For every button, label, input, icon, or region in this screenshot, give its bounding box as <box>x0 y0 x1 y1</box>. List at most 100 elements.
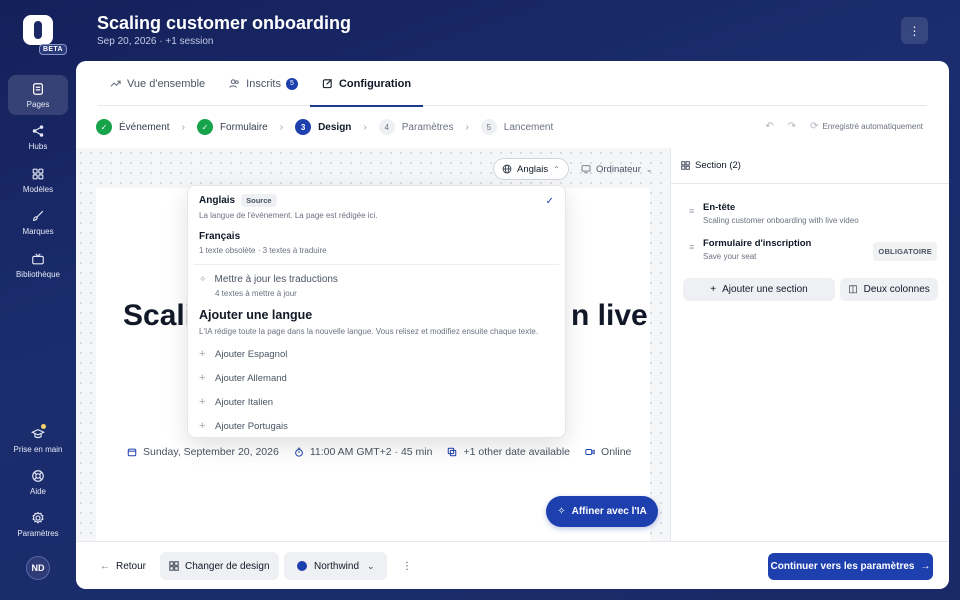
event-location-text: Online <box>601 446 632 458</box>
tab-label: Configuration <box>338 77 412 90</box>
step-label: Événement <box>119 121 170 133</box>
tv-icon <box>32 252 44 264</box>
avatar[interactable]: ND <box>26 556 50 580</box>
grid-icon <box>32 168 44 179</box>
device-select-label: Ordinateur <box>596 163 641 175</box>
copy-icon <box>448 447 457 457</box>
section-subtitle: Scaling customer onboarding with live vi… <box>703 216 859 225</box>
drag-handle-icon[interactable]: ≡ <box>689 242 694 252</box>
lifebuoy-icon <box>32 469 44 482</box>
tab-bar: Vue d'ensemble Inscrits 5 Configuration <box>98 61 927 107</box>
sparkle-icon: ✧ <box>199 274 207 284</box>
event-title-left[interactable]: Scali <box>123 299 193 333</box>
language-name: Anglais <box>199 195 236 206</box>
language-select[interactable]: Anglais ⌃ <box>493 158 569 180</box>
sidebar-item-prise-en-main[interactable]: Prise en main <box>8 420 68 460</box>
theme-color-swatch <box>297 561 307 571</box>
add-spanish-option[interactable]: + Ajouter Espagnol <box>199 348 287 360</box>
language-dropdown: Anglais Source La langue de l'événement.… <box>187 185 566 438</box>
sidebar-item-aide[interactable]: Aide <box>8 462 68 502</box>
event-other-dates[interactable]: +1 other date available <box>447 446 570 458</box>
autosave-status: ↶ ↷ ⟳ Enregistré automatiquement <box>765 121 923 132</box>
main-panel: Vue d'ensemble Inscrits 5 Configuration … <box>76 61 949 589</box>
add-italian-option[interactable]: + Ajouter Italien <box>199 396 273 408</box>
language-select-label: Anglais <box>517 163 549 175</box>
sidebar-item-label: Aide <box>29 486 46 496</box>
device-select[interactable]: Ordinateur ⌄ <box>572 158 662 180</box>
more-options-button[interactable]: ⋮ <box>901 17 928 44</box>
sidebar-item-marques[interactable]: Marques <box>8 202 68 242</box>
sidebar-item-label: Paramètres <box>17 528 59 538</box>
step-label: Lancement <box>503 121 554 133</box>
language-option-anglais[interactable]: Anglais Source La langue de l'événement.… <box>199 194 554 220</box>
drag-handle-icon[interactable]: ≡ <box>689 206 694 216</box>
plus-icon: + <box>199 372 206 384</box>
event-title-right[interactable]: n live <box>571 299 648 333</box>
add-section-button[interactable]: + Ajouter une section <box>683 278 835 301</box>
video-icon <box>585 449 595 455</box>
chevron-up-icon: ⌃ <box>553 164 560 174</box>
section-item-registration-form[interactable]: ≡ Formulaire d'inscription Save your sea… <box>689 238 937 261</box>
trend-icon <box>110 80 121 87</box>
update-translations-label: Mettre à jour les traductions <box>214 274 338 285</box>
refine-with-ai-label: Affiner avec l'IA <box>571 506 647 517</box>
section-title: En-tête <box>703 202 736 213</box>
plus-icon: + <box>199 420 206 432</box>
section-item-header[interactable]: ≡ En-tête Scaling customer onboarding wi… <box>689 202 937 225</box>
step-design[interactable]: 3 Design <box>295 119 351 135</box>
registrants-count-badge: 5 <box>285 77 298 90</box>
two-columns-button[interactable]: ◫ Deux colonnes <box>840 278 938 301</box>
event-time: 11:00 AM GMT+2 · 45 min <box>294 446 433 458</box>
back-button[interactable]: ← Retour <box>100 552 146 580</box>
sidebar-item-label: Hubs <box>28 141 48 151</box>
redo-icon[interactable]: ↷ <box>788 121 796 132</box>
theme-select[interactable]: Northwind ⌄ <box>284 552 387 580</box>
change-design-button[interactable]: Changer de design <box>160 552 279 580</box>
sidebar-item-pages[interactable]: Pages <box>8 75 68 115</box>
add-language-label: Ajouter Italien <box>215 396 274 408</box>
step-lancement[interactable]: 5 Lancement <box>480 119 554 135</box>
step-label: Design <box>318 121 352 133</box>
app-logo[interactable] <box>23 15 53 45</box>
tab-overview[interactable]: Vue d'ensemble <box>98 61 217 106</box>
language-option-description: La langue de l'événement. La page est ré… <box>199 211 378 220</box>
add-portuguese-option[interactable]: + Ajouter Portugais <box>199 420 288 432</box>
language-option-francais[interactable]: Français 1 texte obsolète · 3 textes à t… <box>199 231 554 255</box>
add-language-label: Ajouter Portugais <box>215 420 288 432</box>
footer-more-button[interactable]: ⋮ <box>402 552 412 580</box>
event-location: Online <box>585 446 631 458</box>
sections-panel: Section (2) ≡ En-tête Scaling customer o… <box>670 148 949 541</box>
tab-configuration[interactable]: Configuration <box>309 61 424 107</box>
sidebar-item-modeles[interactable]: Modèles <box>8 160 68 200</box>
chevron-down-icon: ⌄ <box>367 560 375 571</box>
continue-button[interactable]: Continuer vers les paramètres → <box>768 553 933 580</box>
sync-icon: ⟳ <box>810 121 819 132</box>
arrow-right-icon: → <box>920 561 931 572</box>
check-icon: ✓ <box>545 196 554 207</box>
update-translations-action[interactable]: ✧ Mettre à jour les traductions 4 textes… <box>199 274 554 298</box>
step-formulaire[interactable]: ✓ Formulaire <box>196 119 268 135</box>
sidebar-item-hubs[interactable]: Hubs <box>8 117 68 157</box>
undo-icon[interactable]: ↶ <box>765 121 773 132</box>
share-icon <box>32 124 44 137</box>
add-language-label: Ajouter Allemand <box>215 372 287 384</box>
grid-icon <box>169 561 179 571</box>
brush-icon <box>33 210 44 221</box>
chevron-right-icon: › <box>181 121 185 133</box>
tab-registrants[interactable]: Inscrits 5 <box>217 61 310 106</box>
step-parametres[interactable]: 4 Paramètres <box>378 119 453 135</box>
sidebar-item-parametres[interactable]: Paramètres <box>8 504 68 544</box>
sidebar-item-label: Bibliothèque <box>15 269 61 279</box>
event-other-dates-text: +1 other date available <box>463 446 571 458</box>
add-german-option[interactable]: + Ajouter Allemand <box>199 372 287 384</box>
step-number: 4 <box>378 119 395 135</box>
monitor-icon <box>581 165 591 174</box>
source-badge: Source <box>241 194 277 207</box>
stopwatch-icon <box>294 447 303 457</box>
event-time-text: 11:00 AM GMT+2 · 45 min <box>309 446 433 458</box>
add-language-heading: Ajouter une langue <box>199 308 313 322</box>
required-badge: OBLIGATOIRE <box>873 242 937 261</box>
step-evenement[interactable]: ✓ Événement <box>96 119 170 135</box>
sidebar-item-bibliotheque[interactable]: Bibliothèque <box>8 245 68 285</box>
refine-with-ai-button[interactable]: ✧ Affiner avec l'IA <box>546 496 658 527</box>
